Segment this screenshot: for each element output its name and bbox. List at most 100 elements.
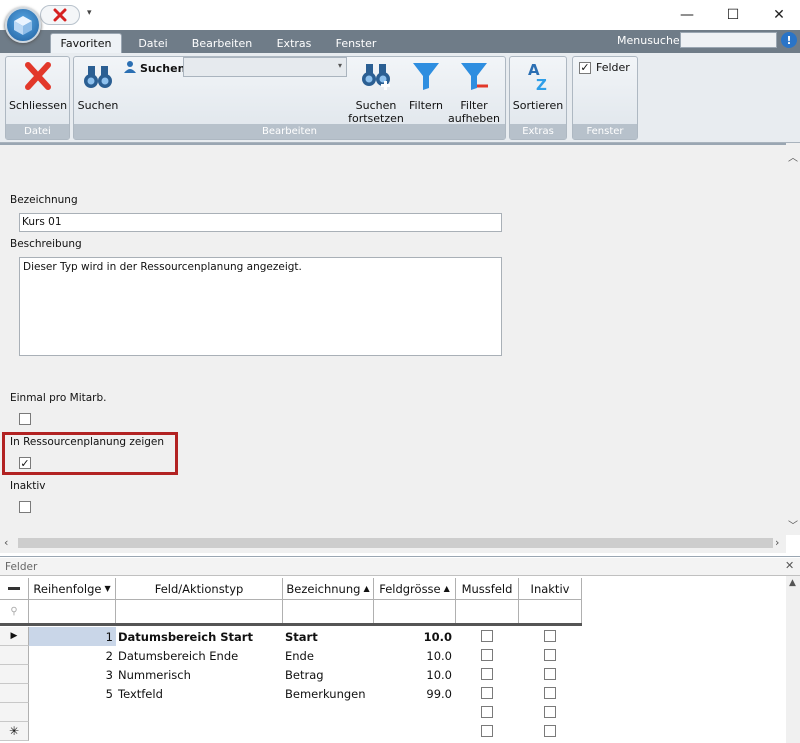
inaktiv-label: Inaktiv [10,480,46,492]
inaktiv-row-checkbox[interactable] [544,687,556,699]
col-feld-aktionstyp[interactable]: Feld/Aktionstyp [116,578,283,600]
inaktiv-row-checkbox[interactable] [544,725,556,737]
cell-label[interactable]: Start [285,627,374,646]
tab-fenster[interactable]: Fenster [330,33,382,53]
col-feldgroesse[interactable]: Feldgrösse ▲ [374,578,456,600]
tab-datei[interactable]: Datei [130,33,176,53]
new-row-icon: ✳ [0,722,29,741]
cell-field[interactable]: Textfeld [118,684,283,703]
cell-size[interactable]: 10.0 [374,646,454,665]
group-label-extras: Extras [510,124,566,139]
einmal-checkbox[interactable] [19,413,31,425]
table-row[interactable]: ▶ 1 Datumsbereich Start Start 10.0 [0,627,582,646]
row-selector[interactable] [0,665,29,684]
ressourcen-checkbox[interactable]: ✓ [19,457,31,469]
tab-extras[interactable]: Extras [270,33,318,53]
close-red-icon[interactable] [40,5,80,25]
inaktiv-row-checkbox[interactable] [544,630,556,642]
tab-bearbeiten[interactable]: Bearbeiten [188,33,256,53]
mussfeld-checkbox[interactable] [481,668,493,680]
cell-size[interactable]: 10.0 [374,665,454,684]
inaktiv-row-checkbox[interactable] [544,649,556,661]
maximize-icon[interactable]: ☐ [710,0,756,30]
scroll-up-icon[interactable]: ︿ [788,149,798,164]
table-row[interactable]: 3 Nummerisch Betrag 10.0 [0,665,582,684]
cell-field[interactable]: Datumsbereich Ende [118,646,283,665]
vertical-scrollbar[interactable]: ︿ ﹀ [786,143,800,535]
minimize-icon[interactable]: — [664,0,710,30]
mussfeld-checkbox[interactable] [481,649,493,661]
grid-scroll-up-icon[interactable]: ▲ [789,578,796,588]
cell-size[interactable]: 10.0 [374,627,454,646]
inaktiv-checkbox[interactable] [19,501,31,513]
app-logo-icon[interactable] [5,7,41,43]
cell-order[interactable]: 1 [29,627,116,646]
suchen-button[interactable]: Suchen [76,60,120,112]
close-red-icon [23,60,53,95]
felder-panel-title: Felder [5,561,38,573]
row-selector[interactable] [0,703,29,722]
scroll-right-icon[interactable]: › [775,536,779,549]
row-selector[interactable] [0,684,29,703]
tab-favoriten[interactable]: Favoriten [50,33,122,53]
col-feldgroesse-label: Feldgrösse [379,581,441,596]
beschreibung-field[interactable]: Dieser Typ wird in der Ressourcenplanung… [19,257,502,356]
mussfeld-checkbox[interactable] [481,725,493,737]
suchen-small-button[interactable]: Suchen [123,60,185,77]
mussfeld-checkbox[interactable] [481,687,493,699]
col-divider [115,600,116,623]
table-row[interactable]: 5 Textfeld Bemerkungen 99.0 [0,684,582,703]
filtern-button[interactable]: Filtern [406,60,446,112]
chevron-down-icon: ▾ [337,61,342,70]
cell-label[interactable]: Betrag [285,665,374,684]
suchen-label: Suchen [77,99,119,112]
col-mussfeld[interactable]: Mussfeld [456,578,519,600]
help-icon[interactable]: ! [781,32,797,48]
horizontal-scrollbar[interactable]: ‹ › [0,535,786,551]
new-row[interactable]: ✳ [0,722,582,741]
mussfeld-checkbox[interactable] [481,706,493,718]
grid-filter-row[interactable]: ⚲ [0,600,582,626]
col-feld-aktionstyp-label: Feld/Aktionstyp [154,581,244,596]
grid-vertical-scrollbar[interactable]: ▲ [786,576,800,743]
mussfeld-checkbox[interactable] [481,630,493,642]
menusuche-input[interactable] [680,32,777,48]
scroll-left-icon[interactable]: ‹ [4,536,8,549]
felder-toggle[interactable]: ✓ Felder [579,61,630,74]
cell-label[interactable]: Ende [285,646,374,665]
suchen-combobox[interactable]: ▾ [183,57,347,77]
filter-aufheben-button[interactable]: Filter aufheben [448,60,500,125]
inaktiv-row-checkbox[interactable] [544,668,556,680]
schliessen-button[interactable]: Schliessen [8,60,68,112]
table-row[interactable] [0,703,582,722]
suchen-fortsetzen-button[interactable]: Suchen fortsetzen [348,60,404,125]
col-divider [455,600,456,623]
col-divider [282,600,283,623]
panel-close-icon[interactable]: ✕ [785,559,794,572]
row-selector[interactable] [0,646,29,665]
cell-field[interactable]: Datumsbereich Start [118,627,283,646]
table-row[interactable]: 2 Datumsbereich Ende Ende 10.0 [0,646,582,665]
row-current-icon: ▶ [0,627,29,646]
binoculars-plus-icon [360,60,392,95]
col-reihenfolge[interactable]: Reihenfolge ▼ [29,578,116,600]
qat-dropdown-icon[interactable]: ▾ [87,8,92,18]
cell-field[interactable]: Nummerisch [118,665,283,684]
cell-order[interactable]: 5 [29,684,116,703]
cell-label[interactable]: Bemerkungen [285,684,374,703]
col-bezeichnung[interactable]: Bezeichnung ▲ [283,578,374,600]
sortieren-button[interactable]: AZ Sortieren [511,60,565,112]
cell-size[interactable]: 99.0 [374,684,454,703]
col-divider [373,600,374,623]
cell-order[interactable]: 3 [29,665,116,684]
beschreibung-label: Beschreibung [10,238,82,250]
close-window-icon[interactable]: ✕ [756,0,800,30]
scroll-down-icon[interactable]: ﹀ [788,517,798,532]
bezeichnung-field[interactable]: Kurs 01 [19,213,502,232]
felder-checkbox[interactable]: ✓ [579,61,591,74]
funnel-clear-icon [459,60,489,95]
col-inaktiv[interactable]: Inaktiv [519,578,582,600]
inaktiv-row-checkbox[interactable] [544,706,556,718]
cell-order[interactable]: 2 [29,646,116,665]
scroll-thumb[interactable] [18,538,773,548]
